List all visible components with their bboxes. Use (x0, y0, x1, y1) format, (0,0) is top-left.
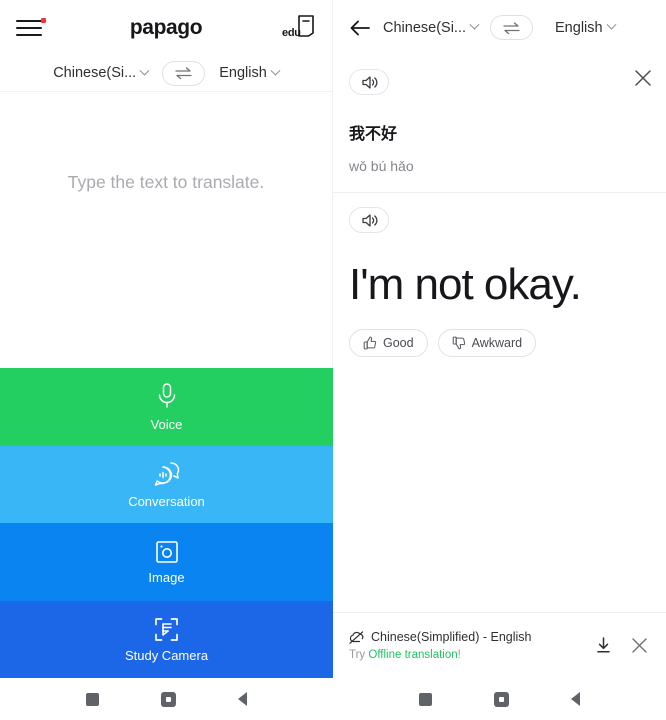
chevron-down-icon (469, 19, 480, 30)
speaker-icon (361, 213, 377, 227)
offline-translation-link[interactable]: Offline translation (368, 649, 457, 661)
offline-language-pair: Chinese(Simplified) - English (371, 630, 532, 644)
right-panel-result: Chinese(Si... English 我不好 wǒ bú hǎo I'm … (333, 0, 666, 720)
home-circle-icon[interactable] (161, 691, 176, 707)
back-triangle-icon[interactable] (238, 692, 247, 706)
offline-banner-actions (594, 636, 652, 655)
tile-label-image: Image (148, 569, 185, 585)
document-scan-icon (155, 617, 178, 641)
source-romanization: wǒ bú hǎo (349, 158, 414, 174)
translate-input-area[interactable]: Type the text to translate. (0, 92, 332, 387)
source-language-label: Chinese(Si... (53, 65, 137, 81)
left-language-bar: Chinese(Si... English (0, 55, 332, 92)
thumbs-down-icon (452, 336, 465, 350)
swap-languages-button[interactable] (162, 60, 206, 86)
feedback-good-label: Good (383, 335, 414, 350)
chevron-down-icon (606, 19, 617, 30)
feedback-chips: Good Awkward (349, 328, 650, 357)
back-triangle-icon[interactable] (571, 692, 580, 706)
cloud-off-icon (349, 630, 364, 644)
back-arrow-icon[interactable] (349, 19, 371, 37)
android-navbar-right (333, 678, 666, 720)
tile-study-camera[interactable]: Study Camera (0, 600, 333, 678)
close-icon[interactable] (634, 69, 652, 92)
target-language-label: English (219, 65, 267, 81)
left-app-bar: papago edu (0, 0, 332, 55)
tile-label-voice: Voice (150, 416, 183, 432)
app-screen: papago edu Chinese(Si... English Type th… (0, 0, 666, 720)
source-language-selector[interactable]: Chinese(Si... (383, 19, 480, 36)
recents-square-icon[interactable] (86, 692, 99, 706)
offline-pair-row: Chinese(Simplified) - English (349, 630, 594, 644)
feedback-awkward-button[interactable]: Awkward (437, 328, 537, 357)
tile-conversation[interactable]: Conversation (0, 445, 333, 523)
swap-arrows-icon (175, 67, 192, 80)
tile-voice[interactable]: Voice (0, 368, 333, 446)
source-text: 我不好 (349, 126, 398, 143)
translation-text: I'm not okay. (349, 260, 582, 309)
speaker-icon (361, 75, 377, 89)
tile-label-study-camera: Study Camera (124, 647, 209, 663)
offline-banner-text: Chinese(Simplified) - English Try Offlin… (349, 630, 594, 661)
chat-bubbles-icon (154, 462, 179, 486)
translation-block: I'm not okay. Good Awkward (333, 193, 666, 357)
source-language-label: Chinese(Si... (383, 19, 467, 36)
recents-square-icon[interactable] (419, 692, 432, 706)
offline-close-icon[interactable] (631, 637, 648, 654)
tile-image[interactable]: Image (0, 523, 333, 601)
thumbs-up-icon (363, 336, 377, 350)
chevron-down-icon (270, 65, 281, 76)
offline-translation-banner: Chinese(Simplified) - English Try Offlin… (333, 612, 666, 678)
photo-icon (155, 540, 178, 563)
android-navbar-left (0, 678, 333, 720)
offline-cta-suffix: ! (457, 649, 461, 661)
search-input-placeholder: Type the text to translate. (67, 172, 265, 192)
target-language-selector[interactable]: English (555, 19, 617, 36)
edu-label: edu (282, 26, 301, 39)
home-circle-icon[interactable] (494, 691, 509, 707)
microphone-icon (158, 383, 175, 408)
offline-cta-row: Try Offline translation! (349, 649, 594, 661)
right-app-bar: Chinese(Si... English (333, 0, 666, 55)
offline-cta-prefix: Try (349, 649, 369, 661)
download-icon[interactable] (594, 636, 613, 655)
tile-label-conversation: Conversation (128, 493, 205, 509)
swap-arrows-icon (503, 21, 520, 34)
swap-languages-button[interactable] (490, 15, 534, 40)
target-language-selector[interactable]: English (219, 65, 281, 81)
translation-speaker-button[interactable] (349, 207, 389, 233)
source-language-selector[interactable]: Chinese(Si... (53, 65, 150, 81)
chevron-down-icon (139, 65, 150, 76)
edu-badge-button[interactable]: edu (282, 12, 316, 44)
quick-action-tiles: Voice Conversation Image Study Camera (0, 368, 333, 678)
feedback-awkward-label: Awkward (471, 335, 523, 350)
source-text-block: 我不好 wǒ bú hǎo (333, 55, 666, 193)
feedback-good-button[interactable]: Good (349, 328, 428, 357)
source-speaker-button[interactable] (349, 69, 389, 95)
target-language-label: English (555, 19, 603, 36)
left-panel-home: papago edu Chinese(Si... English Type th… (0, 0, 333, 720)
